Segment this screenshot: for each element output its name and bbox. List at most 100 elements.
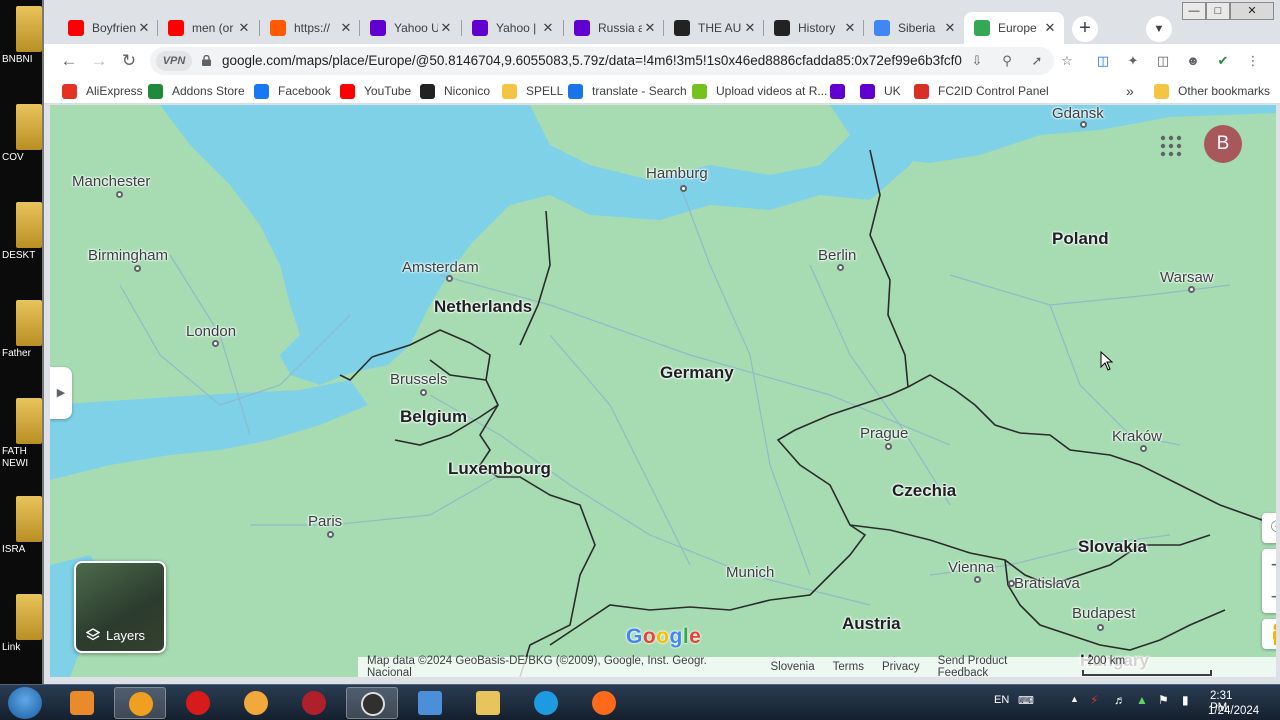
country-label[interactable]: Germany	[660, 363, 734, 383]
country-label[interactable]: Luxembourg	[448, 459, 551, 479]
city-marker[interactable]	[837, 264, 844, 271]
city-label[interactable]: Gdansk	[1052, 105, 1104, 122]
tab-close-icon[interactable]: ✕	[136, 20, 152, 36]
city-label[interactable]: Munich	[726, 564, 774, 581]
country-label[interactable]: Poland	[1052, 229, 1109, 249]
desktop-icon[interactable]: BNBNI	[2, 6, 42, 78]
back-button[interactable]: ←	[56, 48, 82, 74]
tab-close-icon[interactable]: ✕	[642, 20, 658, 36]
share-icon[interactable]: ➚	[1028, 52, 1046, 70]
url-text[interactable]: google.com/maps/place/Europe/@50.8146704…	[222, 53, 962, 68]
bookmark-item[interactable]: Niconico	[420, 82, 490, 100]
desktop-icon[interactable]: DESKT	[2, 202, 42, 274]
city-label[interactable]: Amsterdam	[402, 259, 479, 276]
taskbar-app[interactable]	[578, 687, 630, 719]
city-marker[interactable]	[885, 443, 892, 450]
tab-search-button[interactable]: ▼	[1146, 16, 1172, 42]
zoom-in-button[interactable]: +	[1262, 549, 1276, 581]
privacy-link[interactable]: Privacy	[873, 661, 929, 673]
tab-close-icon[interactable]: ✕	[1042, 20, 1058, 36]
forward-button[interactable]: →	[86, 48, 112, 74]
country-label[interactable]: Austria	[842, 614, 901, 634]
region-link[interactable]: Slovenia	[762, 661, 824, 673]
map-canvas[interactable]: Gdansk Manchester Hamburg Poland Birmingham A…	[50, 105, 1276, 677]
reload-button[interactable]: ↻	[116, 48, 142, 74]
bookmark-star-icon[interactable]: ☆	[1058, 52, 1076, 70]
city-marker[interactable]	[974, 576, 981, 583]
minimize-button[interactable]: —	[1182, 2, 1206, 20]
city-label[interactable]: Vienna	[948, 559, 994, 576]
desktop-icon[interactable]: COV	[2, 104, 42, 176]
bookmark-item[interactable]: YouTube	[340, 82, 411, 100]
tab-close-icon[interactable]: ✕	[438, 20, 454, 36]
address-bar[interactable]: VPN google.com/maps/place/Europe/@50.814…	[150, 47, 1054, 75]
city-marker[interactable]	[446, 275, 453, 282]
other-bookmarks-folder[interactable]: Other bookmarks	[1154, 82, 1270, 100]
bookmark-item[interactable]: UK	[860, 82, 901, 100]
bookmarks-overflow-button[interactable]: »	[1126, 82, 1134, 100]
city-label[interactable]: Manchester	[72, 173, 150, 190]
vpn-badge[interactable]: VPN	[156, 51, 192, 71]
zoom-out-button[interactable]: −	[1262, 581, 1276, 613]
network-icon[interactable]: ▲	[1136, 693, 1148, 707]
tab-close-icon[interactable]: ✕	[742, 20, 758, 36]
city-label[interactable]: Budapest	[1072, 605, 1135, 622]
tab-item[interactable]: History ✕	[764, 12, 864, 44]
country-label[interactable]: Slovakia	[1078, 537, 1147, 557]
profile-icon[interactable]: ☻	[1184, 52, 1202, 70]
google-apps-icon[interactable]	[1160, 135, 1182, 157]
city-label[interactable]: Kraków	[1112, 428, 1162, 445]
maximize-button[interactable]: □	[1206, 2, 1230, 20]
desktop-icon[interactable]: Father	[2, 300, 42, 372]
extension-shield-icon[interactable]: ◫	[1094, 52, 1112, 70]
desktop-icon[interactable]: FATH NEWI	[2, 398, 42, 470]
desktop-icon[interactable]: ISRA	[2, 496, 42, 568]
city-label[interactable]: Paris	[308, 513, 342, 530]
clock-date[interactable]: 1/24/2024	[1208, 705, 1259, 717]
city-marker[interactable]	[116, 191, 123, 198]
show-hidden-icons[interactable]: ▲	[1070, 694, 1079, 704]
volume-muted-icon[interactable]: ⚡	[1090, 693, 1098, 707]
terms-link[interactable]: Terms	[824, 661, 873, 673]
taskbar-app[interactable]	[230, 687, 282, 719]
city-label[interactable]: Berlin	[818, 247, 856, 264]
side-panel-icon[interactable]: ◫	[1154, 52, 1172, 70]
bookmark-item[interactable]: AliExpress	[62, 82, 143, 100]
tab-active[interactable]: Europe ✕	[964, 12, 1064, 44]
tab-close-icon[interactable]: ✕	[338, 20, 354, 36]
city-label[interactable]: Prague	[860, 425, 908, 442]
country-label[interactable]: Czechia	[892, 481, 956, 501]
tab-item[interactable]: Yahoo U ✕	[360, 12, 460, 44]
taskbar-file-explorer[interactable]	[462, 687, 514, 719]
tab-item[interactable]: https:// ✕	[260, 12, 360, 44]
city-marker[interactable]	[212, 340, 219, 347]
taskbar-app[interactable]	[288, 687, 340, 719]
taskbar-edge[interactable]	[520, 687, 572, 719]
tab-close-icon[interactable]: ✕	[540, 20, 556, 36]
tab-item[interactable]: Boyfrien ✕	[58, 12, 158, 44]
zoom-icon[interactable]: ⚲	[998, 52, 1016, 70]
layers-button[interactable]: Layers	[74, 561, 166, 653]
my-location-button[interactable]: ☉	[1262, 513, 1276, 543]
bookmark-item[interactable]	[830, 82, 854, 100]
country-label[interactable]: Belgium	[400, 407, 467, 427]
desktop-icon[interactable]: Link	[2, 594, 42, 666]
city-marker[interactable]	[420, 389, 427, 396]
taskbar-browser[interactable]	[114, 687, 166, 719]
city-marker[interactable]	[1140, 445, 1147, 452]
action-center-icon[interactable]: ⚑	[1158, 693, 1169, 707]
city-label[interactable]: Brussels	[390, 371, 448, 388]
security-check-icon[interactable]: ✔	[1214, 52, 1232, 70]
speaker-icon[interactable]: ♬	[1114, 693, 1126, 707]
city-label[interactable]: Bratislava	[1014, 575, 1080, 592]
city-label[interactable]: Warsaw	[1160, 269, 1214, 286]
bookmark-item[interactable]: translate - Search	[568, 82, 687, 100]
bookmark-item[interactable]: Upload videos at R...	[692, 82, 827, 100]
city-marker[interactable]	[1008, 580, 1015, 587]
new-tab-button[interactable]: +	[1072, 16, 1098, 42]
street-view-pegman[interactable]	[1262, 619, 1276, 649]
city-marker[interactable]	[134, 265, 141, 272]
city-marker[interactable]	[1188, 286, 1195, 293]
city-label[interactable]: Hamburg	[646, 165, 708, 182]
city-label[interactable]: Birmingham	[88, 247, 168, 264]
